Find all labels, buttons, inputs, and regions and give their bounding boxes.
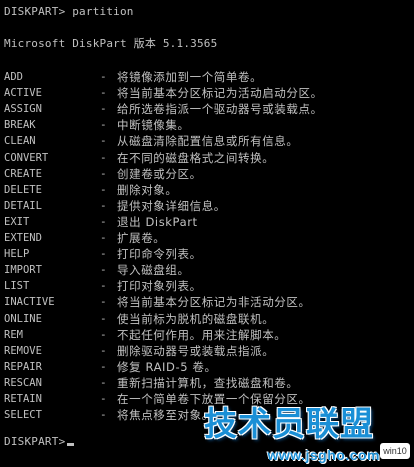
- command-separator: -: [100, 327, 107, 341]
- command-separator: -: [100, 375, 107, 389]
- command-description: 将镜像添加到一个简单卷。: [117, 70, 263, 84]
- text-cursor: [67, 443, 75, 446]
- command-separator: -: [100, 247, 107, 261]
- watermark: 技术员联盟 www.jsgho.com win10: [170, 399, 410, 465]
- console-window[interactable]: DISKPART> partition Microsoft DiskPart 版…: [0, 0, 414, 467]
- watermark-logo: 技术员联盟: [204, 404, 374, 443]
- command-separator: -: [100, 182, 107, 196]
- command-name: INACTIVE: [4, 296, 55, 309]
- command-separator: -: [100, 279, 107, 293]
- command-separator: -: [100, 408, 107, 422]
- command-separator: -: [100, 198, 107, 212]
- command-name: EXIT: [4, 215, 30, 228]
- version-line: Microsoft DiskPart 版本 5.1.3565: [4, 37, 218, 50]
- command-separator: -: [100, 166, 107, 180]
- command-name: DETAIL: [4, 199, 42, 212]
- command-name: ONLINE: [4, 312, 42, 325]
- idle-prompt-line[interactable]: DISKPART>: [4, 434, 75, 450]
- command-description: 删除驱动器号或装载点指派。: [117, 343, 275, 358]
- command-name: IMPORT: [4, 264, 42, 277]
- command-description: 不起任何作用。用来注解脚本。: [117, 327, 287, 342]
- command-name: ACTIVE: [4, 87, 42, 100]
- command-description: 删除对象。: [117, 182, 178, 197]
- command-description: 退出 DiskPart: [117, 214, 198, 229]
- command-separator: -: [100, 343, 107, 357]
- watermark-url: www.jsgho.com: [267, 447, 380, 463]
- command-separator: -: [100, 392, 107, 405]
- idle-prompt: DISKPART>: [4, 435, 66, 448]
- command-description: 创建卷或分区。: [117, 166, 202, 181]
- command-description: 打印对象列表。: [117, 279, 202, 294]
- command-separator: -: [100, 263, 107, 277]
- command-name: REMOVE: [4, 344, 42, 357]
- command-description: 修复 RAID-5 卷。: [117, 359, 217, 374]
- command-name: ASSIGN: [4, 103, 42, 116]
- command-separator: -: [100, 70, 107, 83]
- command-name: REPAIR: [4, 360, 42, 373]
- command-separator: -: [100, 311, 107, 325]
- command-separator: -: [100, 102, 107, 116]
- command-name: REM: [4, 328, 23, 341]
- command-separator: -: [100, 134, 107, 148]
- command-name: BREAK: [4, 119, 36, 132]
- command-separator: -: [100, 86, 107, 100]
- command-description: 重新扫描计算机，查找磁盘和卷。: [117, 375, 299, 390]
- command-name: DELETE: [4, 183, 42, 196]
- command-separator: -: [100, 214, 107, 228]
- command-name: HELP: [4, 248, 30, 261]
- command-description: 导入磁盘组。: [117, 263, 190, 278]
- command-name: CONVERT: [4, 151, 49, 164]
- command-name: RESCAN: [4, 376, 42, 389]
- command-separator: -: [100, 118, 107, 132]
- command-separator: -: [100, 150, 107, 164]
- command-description: 将当前基本分区标记为活动启动分区。: [117, 86, 323, 101]
- command-description: 打印命令列表。: [117, 247, 202, 262]
- command-description: 中断镜像集。: [117, 118, 190, 133]
- command-description: 将当前基本分区标记为非活动分区。: [117, 295, 311, 310]
- command-separator: -: [100, 231, 107, 244]
- command-separator: -: [100, 295, 107, 309]
- command-name: RETAIN: [4, 393, 42, 405]
- watermark-badge: win10: [380, 443, 410, 459]
- command-description: 在不同的磁盘格式之间转换。: [117, 150, 275, 165]
- command-separator: -: [100, 359, 107, 373]
- command-description: 给所选卷指派一个驱动器号或装载点。: [117, 102, 323, 117]
- command-name: CREATE: [4, 167, 42, 180]
- command-description: 提供对象详细信息。: [117, 198, 226, 213]
- command-name: SELECT: [4, 409, 42, 422]
- command-name: EXTEND: [4, 232, 42, 244]
- command-name: CLEAN: [4, 135, 36, 148]
- command-name: LIST: [4, 280, 30, 293]
- prompt-command-line: DISKPART> partition: [4, 5, 134, 18]
- command-name: ADD: [4, 71, 23, 83]
- command-description: 扩展卷。: [117, 231, 166, 245]
- command-description: 从磁盘清除配置信息或所有信息。: [117, 134, 299, 149]
- command-description: 使当前标为脱机的磁盘联机。: [117, 311, 275, 326]
